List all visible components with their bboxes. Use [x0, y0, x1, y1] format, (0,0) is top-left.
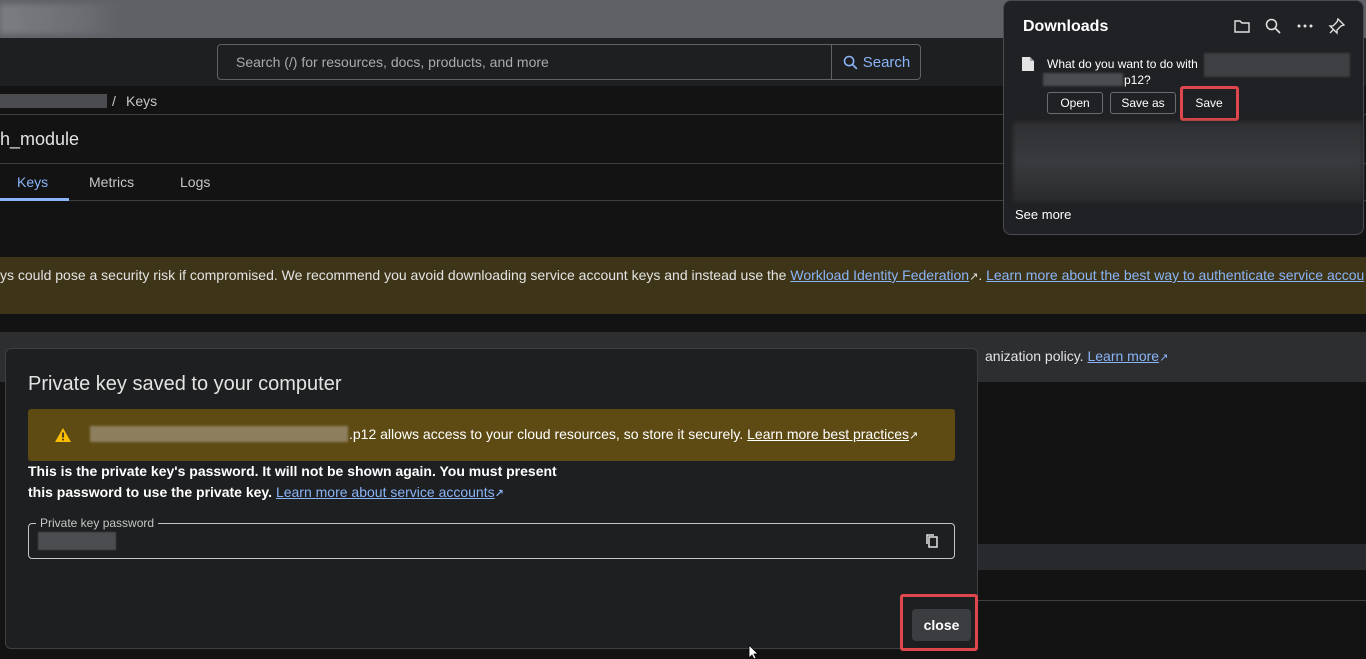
- search-input[interactable]: Search (/) for resources, docs, products…: [217, 44, 921, 80]
- search-button[interactable]: Search: [831, 45, 920, 79]
- background-table-header: [975, 544, 1366, 570]
- service-accounts-link[interactable]: Learn more about service accounts: [276, 484, 495, 500]
- download-question: What do you want to do with: [1047, 57, 1198, 71]
- blurred-tab: [0, 4, 120, 34]
- open-button[interactable]: Open: [1047, 92, 1103, 114]
- breadcrumb-current: Keys: [126, 93, 158, 109]
- save-button[interactable]: Save: [1186, 92, 1232, 114]
- security-warning-banner: ys could pose a security risk if comprom…: [0, 257, 1366, 314]
- see-more-link[interactable]: See more: [1015, 207, 1071, 222]
- save-as-button[interactable]: Save as: [1110, 92, 1176, 114]
- downloads-title: Downloads: [1023, 18, 1109, 35]
- password-field-label: Private key password: [36, 516, 159, 530]
- org-policy-learn-more-link[interactable]: Learn more: [1087, 348, 1159, 364]
- tab-metrics[interactable]: Metrics: [89, 174, 134, 190]
- external-link-icon: ↗: [909, 430, 919, 442]
- external-link-icon: ↗: [494, 488, 504, 500]
- dialog-warning-text: .p12 allows access to your cloud resourc…: [349, 426, 918, 442]
- workload-identity-link[interactable]: Workload Identity Federation: [790, 267, 969, 283]
- best-practices-link[interactable]: Learn more best practices: [747, 426, 909, 442]
- pin-icon[interactable]: [1328, 17, 1346, 35]
- private-key-dialog: Private key saved to your computer .p12 …: [5, 348, 978, 651]
- tab-logs[interactable]: Logs: [180, 174, 210, 190]
- password-description: This is the private key's password. It w…: [28, 461, 558, 505]
- dialog-warning-box: .p12 allows access to your cloud resourc…: [28, 409, 955, 461]
- tab-keys[interactable]: Keys: [17, 174, 48, 190]
- external-link-icon: ↗: [969, 271, 979, 283]
- authenticate-learn-more-link[interactable]: Learn more about the best way to authent…: [986, 267, 1364, 283]
- active-tab-indicator: [0, 198, 69, 201]
- blurred-download-name-2: [1043, 73, 1123, 86]
- org-policy-message: anization policy.: [985, 348, 1084, 364]
- search-placeholder: Search (/) for resources, docs, products…: [236, 54, 549, 70]
- more-options-icon[interactable]: [1296, 17, 1314, 35]
- close-button[interactable]: close: [912, 609, 971, 641]
- background-table-divider: [975, 600, 1366, 601]
- external-link-icon: ↗: [1159, 352, 1169, 364]
- copy-icon[interactable]: [924, 533, 940, 549]
- warning-icon: [55, 428, 71, 442]
- breadcrumb-separator: /: [112, 93, 116, 109]
- search-button-label: Search: [862, 53, 911, 71]
- search-icon[interactable]: [1264, 17, 1282, 35]
- blurred-download-list: [1013, 122, 1363, 202]
- blurred-download-name: [1204, 53, 1350, 77]
- breadcrumb-blurred-item[interactable]: [0, 94, 107, 108]
- dialog-title: Private key saved to your computer: [28, 373, 342, 395]
- org-policy-text: anization policy. Learn more↗: [985, 348, 1168, 364]
- blurred-password-value: [38, 532, 116, 550]
- file-icon: [1022, 57, 1034, 71]
- dialog-warning-message: .p12 allows access to your cloud resourc…: [349, 426, 744, 442]
- private-key-password-field[interactable]: Private key password: [28, 516, 955, 559]
- downloads-panel: Downloads What do you want to do with p1…: [1003, 0, 1364, 235]
- folder-icon[interactable]: [1233, 17, 1251, 35]
- search-icon: [843, 55, 858, 69]
- mouse-cursor-icon: [748, 645, 759, 659]
- blurred-file-name: [90, 426, 348, 442]
- warning-separator: .: [978, 267, 983, 283]
- security-warning-message: ys could pose a security risk if comprom…: [0, 267, 787, 283]
- download-file-extension: p12?: [1124, 73, 1151, 87]
- page-title: h_module: [0, 129, 80, 149]
- security-warning-text: ys could pose a security risk if comprom…: [0, 267, 1364, 283]
